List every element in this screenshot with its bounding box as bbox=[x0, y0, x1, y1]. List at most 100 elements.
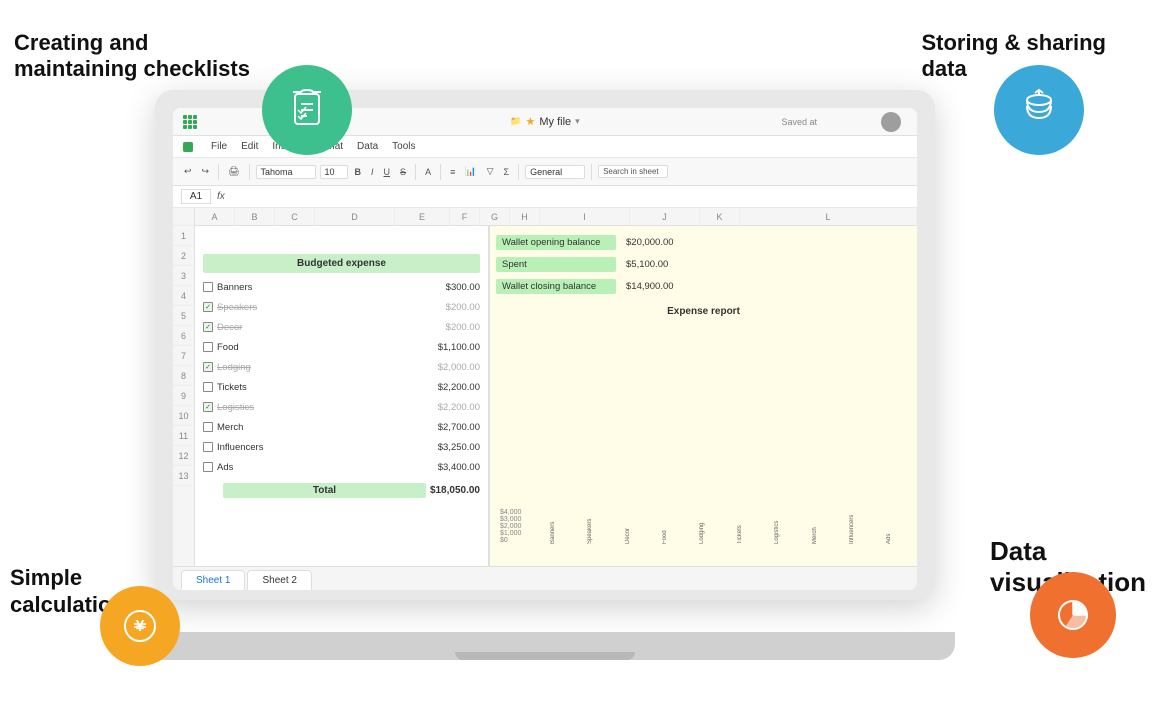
item-amount-lodging: $2,000.00 bbox=[430, 362, 480, 373]
search-btn[interactable]: Search in sheet bbox=[598, 165, 668, 178]
font-size[interactable]: 10 bbox=[320, 165, 348, 179]
text-color-btn[interactable]: A bbox=[422, 165, 434, 179]
wallet-closing-label: Wallet closing balance bbox=[496, 279, 616, 294]
menu-tools[interactable]: Tools bbox=[392, 141, 415, 152]
wallet-spent-value: $5,100.00 bbox=[616, 259, 668, 270]
laptop-wrapper: 📁 ★ My file ▾ Saved at File Edit Inser bbox=[155, 90, 935, 660]
sheet-tab-1[interactable]: Sheet 1 bbox=[181, 570, 245, 590]
bar-label-ads: Ads bbox=[886, 530, 892, 544]
bar-influencers: Influencers bbox=[834, 528, 869, 544]
row-11: 11 bbox=[173, 426, 194, 446]
user-avatar bbox=[881, 112, 901, 132]
item-label-logistics: Logistics bbox=[217, 402, 426, 413]
col-e: E bbox=[395, 208, 450, 226]
item-label-ads: Ads bbox=[217, 462, 426, 473]
database-icon-circle bbox=[994, 65, 1084, 155]
checkbox-influencers[interactable] bbox=[203, 442, 213, 452]
item-label-decor: Decor bbox=[217, 322, 426, 333]
checkbox-speakers[interactable]: ✓ bbox=[203, 302, 213, 312]
laptop-screen: 📁 ★ My file ▾ Saved at File Edit Inser bbox=[173, 108, 917, 590]
checkbox-ads[interactable] bbox=[203, 462, 213, 472]
bar-tickets: Tickets bbox=[722, 528, 757, 544]
filter-btn[interactable]: ▽ bbox=[484, 164, 497, 179]
bar-speakers: Speakers bbox=[572, 528, 607, 544]
row-5: 5 bbox=[173, 306, 194, 326]
y-label-3000: $3,000 bbox=[500, 516, 530, 523]
list-item: Merch $2,700.00 bbox=[195, 417, 488, 437]
checkbox-logistics[interactable]: ✓ bbox=[203, 402, 213, 412]
sheet-area: 1 2 3 4 5 6 7 8 9 10 11 12 13 bbox=[173, 208, 917, 566]
checklist-icon bbox=[285, 88, 329, 132]
item-label-lodging: Lodging bbox=[217, 362, 426, 373]
wallet-spent-label: Spent bbox=[496, 257, 616, 272]
right-panel: Wallet opening balance $20,000.00 Spent … bbox=[490, 226, 917, 566]
chart-bars: Banners Speakers bbox=[535, 528, 907, 560]
sheet-tabs: Sheet 1 Sheet 2 bbox=[173, 566, 917, 590]
menu-data[interactable]: Data bbox=[357, 141, 378, 152]
bar-label-merch: Merch bbox=[812, 530, 818, 544]
item-amount-food: $1,100.00 bbox=[430, 342, 480, 353]
checkbox-merch[interactable] bbox=[203, 422, 213, 432]
number-format[interactable]: General bbox=[525, 165, 585, 179]
item-label-tickets: Tickets bbox=[217, 382, 426, 393]
list-item: Ads $3,400.00 bbox=[195, 457, 488, 477]
cell-reference[interactable]: A1 bbox=[181, 189, 211, 204]
total-amount: $18,050.00 bbox=[430, 485, 480, 496]
formula-btn[interactable]: Σ bbox=[500, 165, 512, 179]
undo-btn[interactable]: ↩ bbox=[181, 164, 195, 179]
chart-btn[interactable]: 📊 bbox=[462, 164, 479, 179]
wallet-opening-value: $20,000.00 bbox=[616, 237, 674, 248]
chart-container: Expense report $4,000 $3,000 $2,000 $1,0… bbox=[496, 306, 911, 560]
y-label-4000: $4,000 bbox=[500, 509, 530, 516]
row-7: 7 bbox=[173, 346, 194, 366]
budget-header: Budgeted expense bbox=[203, 254, 480, 273]
wallet-row-closing: Wallet closing balance $14,900.00 bbox=[496, 276, 911, 296]
saved-text: Saved at bbox=[781, 117, 817, 127]
y-label-1000: $1,000 bbox=[500, 530, 530, 537]
checkbox-decor[interactable]: ✓ bbox=[203, 322, 213, 332]
formula-bar: A1 fx bbox=[173, 186, 917, 208]
toolbar: ↩ ↪ 🖨 Tahoma 10 B I U S A ≡ 📊 ▽ bbox=[173, 158, 917, 186]
top-left-label: Creating andmaintaining checklists bbox=[14, 30, 250, 83]
align-left-btn[interactable]: ≡ bbox=[447, 165, 458, 179]
item-amount-logistics: $2,200.00 bbox=[430, 402, 480, 413]
list-item: ✓ Decor $200.00 bbox=[195, 317, 488, 337]
bar-label-speakers: Speakers bbox=[587, 530, 593, 544]
col-a: A bbox=[195, 208, 235, 226]
col-headers: A B C D E F G H I J K L bbox=[195, 208, 917, 226]
print-btn[interactable]: 🖨 bbox=[225, 164, 242, 179]
checkbox-lodging[interactable]: ✓ bbox=[203, 362, 213, 372]
list-item: Tickets $2,200.00 bbox=[195, 377, 488, 397]
font-selector[interactable]: Tahoma bbox=[256, 165, 316, 179]
wallet-row-opening: Wallet opening balance $20,000.00 bbox=[496, 232, 911, 252]
col-i: I bbox=[540, 208, 630, 226]
checklist-icon-circle bbox=[262, 65, 352, 155]
col-j: J bbox=[630, 208, 700, 226]
underline-btn[interactable]: U bbox=[381, 165, 394, 179]
bold-btn[interactable]: B bbox=[352, 165, 365, 179]
wallet-closing-value: $14,900.00 bbox=[616, 281, 674, 292]
italic-btn[interactable]: I bbox=[368, 165, 377, 179]
strikethrough-btn[interactable]: S bbox=[397, 165, 409, 179]
col-k: K bbox=[700, 208, 740, 226]
filename: My file bbox=[539, 116, 571, 128]
row-4: 4 bbox=[173, 286, 194, 306]
toolbar-sep-4 bbox=[440, 164, 441, 180]
sheet-tab-2[interactable]: Sheet 2 bbox=[247, 570, 311, 590]
menu-edit[interactable]: Edit bbox=[241, 141, 258, 152]
toolbar-sep-3 bbox=[415, 164, 416, 180]
checkbox-banners[interactable] bbox=[203, 282, 213, 292]
bar-merch: Merch bbox=[797, 528, 832, 544]
fx-label: fx bbox=[217, 191, 225, 202]
y-label-0: $0 bbox=[500, 537, 530, 544]
chart-title: Expense report bbox=[496, 306, 911, 317]
left-panel: Budgeted expense Banners $300.00 ✓ Speak bbox=[195, 226, 490, 566]
toolbar-sep-1 bbox=[218, 164, 219, 180]
checkbox-food[interactable] bbox=[203, 342, 213, 352]
col-f: F bbox=[450, 208, 480, 226]
redo-btn[interactable]: ↪ bbox=[199, 164, 213, 179]
database-icon bbox=[1017, 88, 1061, 132]
bar-decor: Decor bbox=[610, 528, 645, 544]
checkbox-tickets[interactable] bbox=[203, 382, 213, 392]
menu-file[interactable]: File bbox=[211, 141, 227, 152]
